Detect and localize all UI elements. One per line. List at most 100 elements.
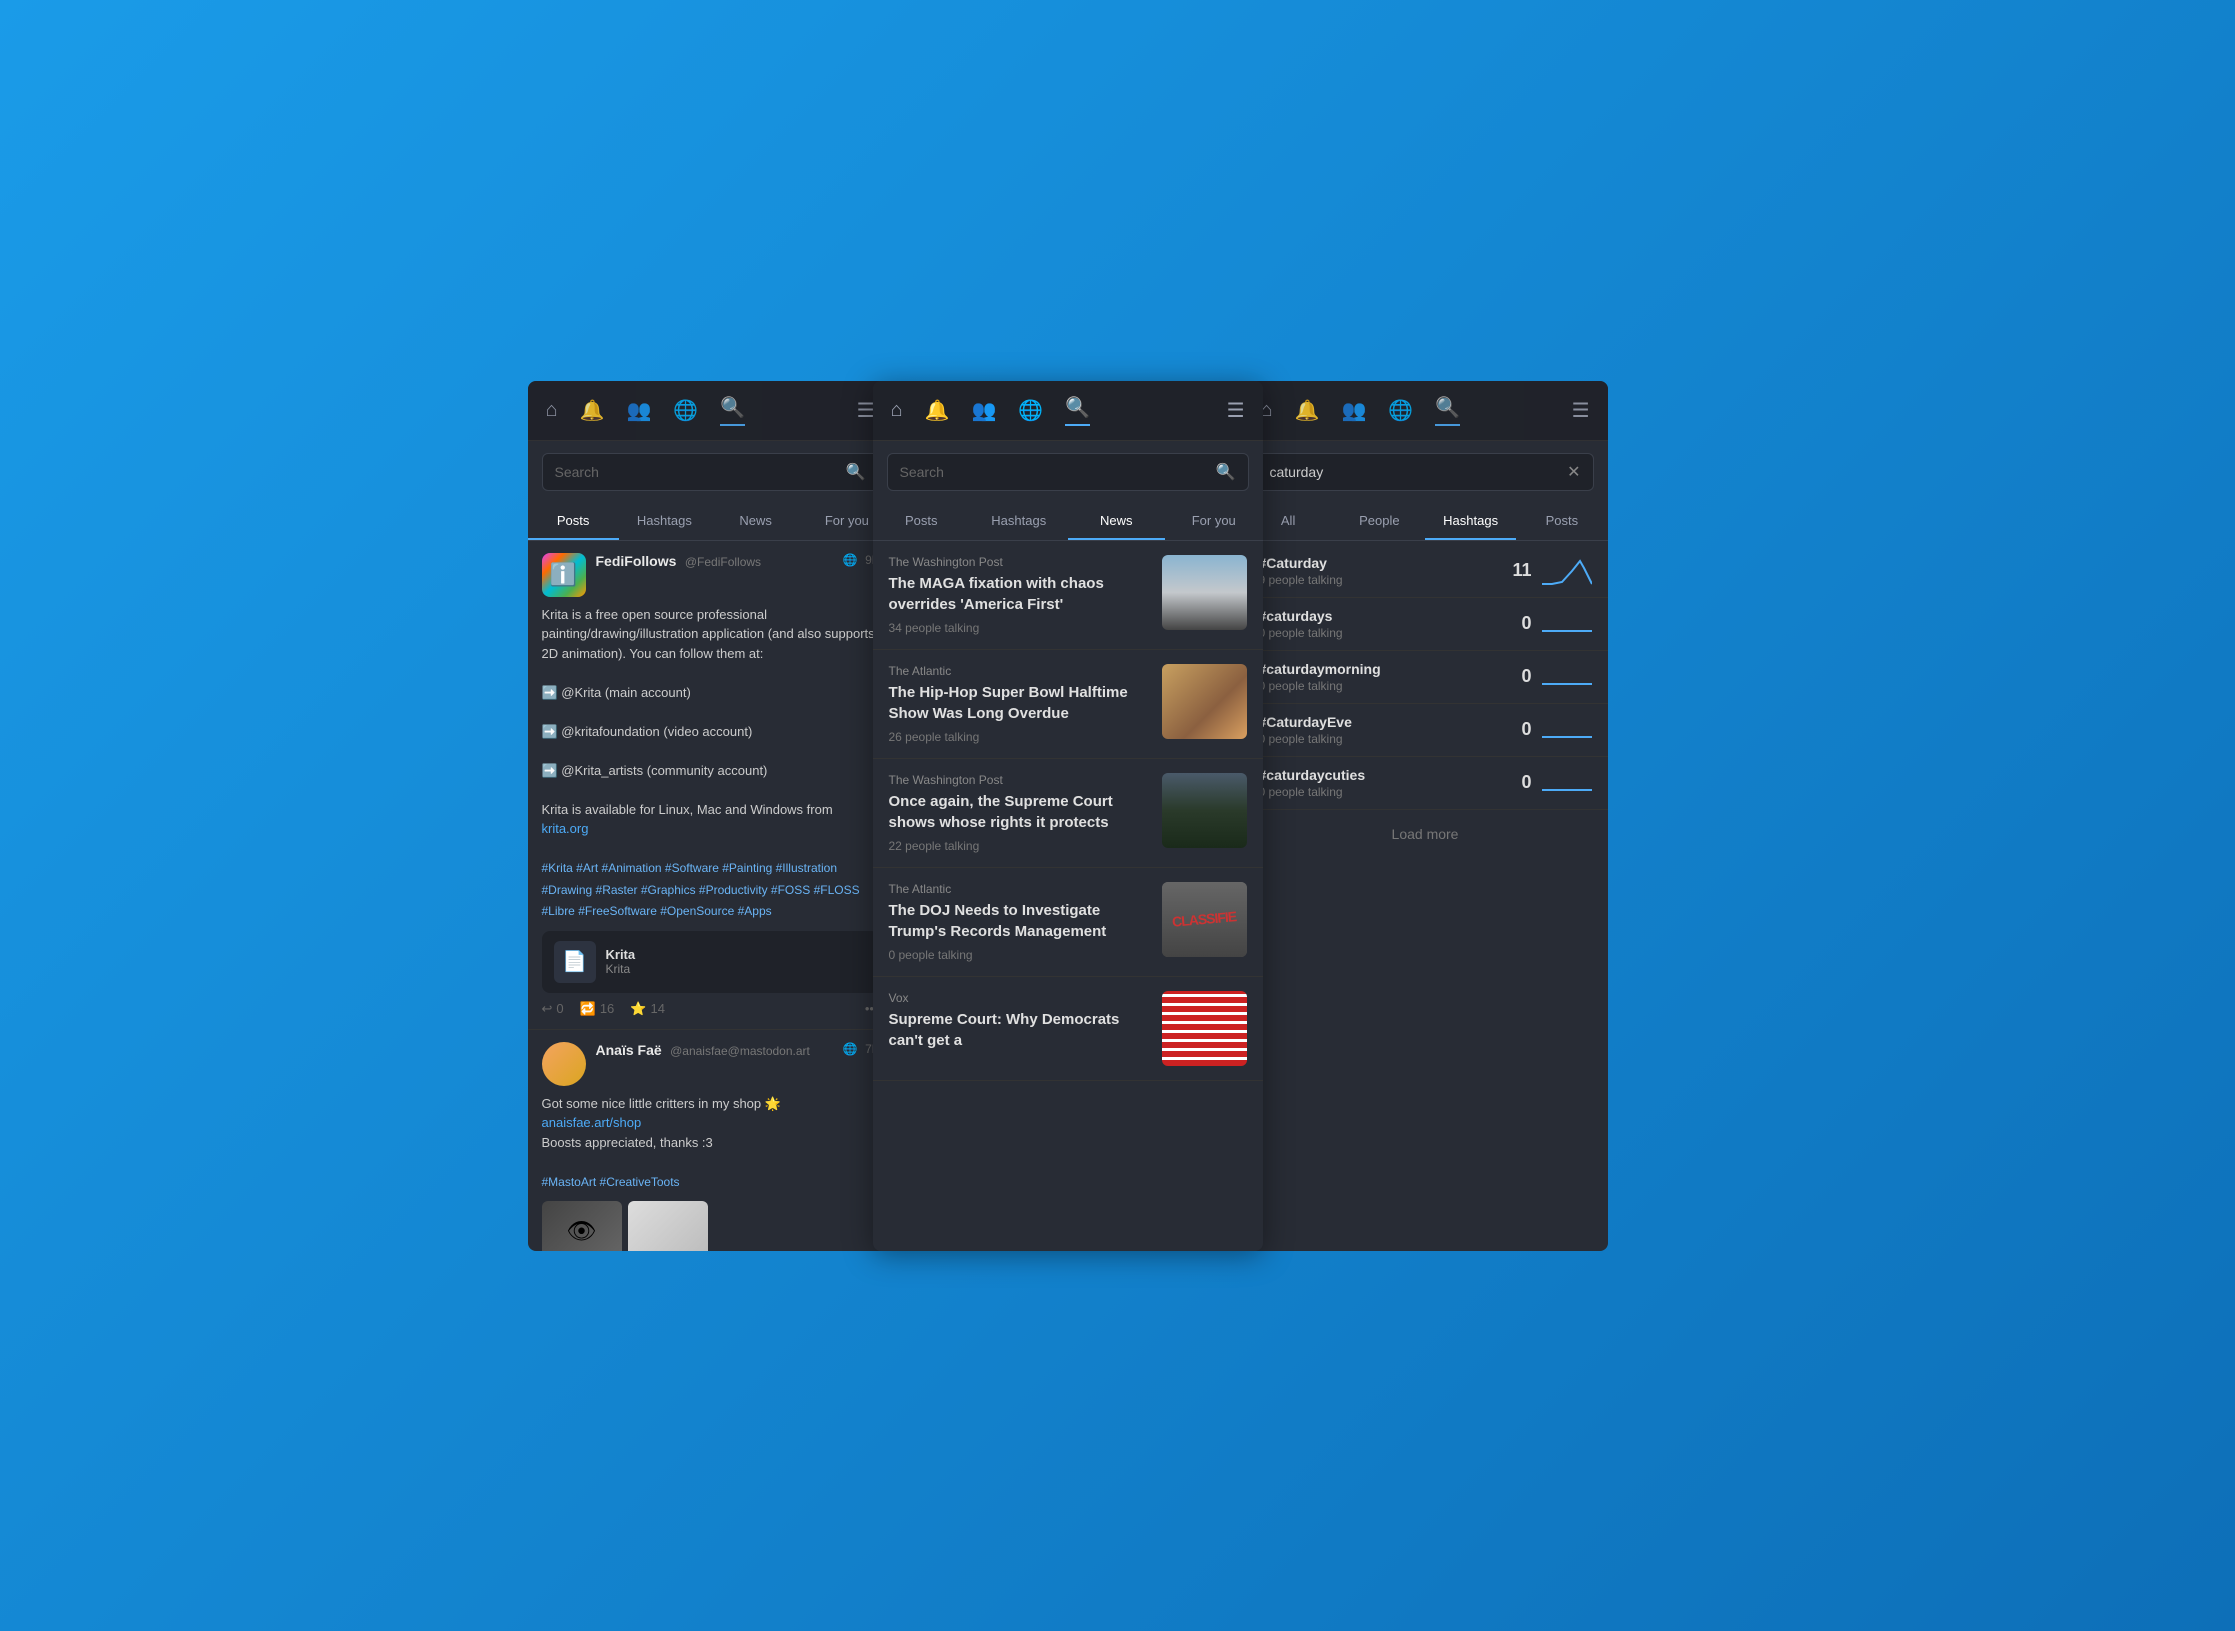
panel-center: ⌂ 🔔 👥 🌐 🔍 ☰ 🔍 Posts Hashtags News For yo… — [873, 381, 1263, 1251]
boost-action-1[interactable]: 🔁 16 — [580, 1001, 615, 1017]
post-author-1: FediFollows — [596, 553, 677, 569]
hashtag-item-5[interactable]: #caturdaycuties 0 people talking 0 — [1243, 757, 1608, 810]
post-card-sub-1: Krita — [606, 962, 636, 976]
tab-news-left[interactable]: News — [710, 503, 801, 540]
search-clear-icon[interactable]: ✕ — [1567, 462, 1580, 482]
nav-bar-left: ⌂ 🔔 👥 🌐 🔍 ☰ — [528, 381, 893, 441]
hashtag-info-1: #Caturday 9 people talking — [1259, 555, 1513, 587]
globe-icon[interactable]: 🌐 — [673, 398, 698, 423]
hashtag-item-3[interactable]: #caturdaymorning 0 people talking 0 — [1243, 651, 1608, 704]
post-item-1: ℹ️ FediFollows @FediFollows 🌐 9h Krita i… — [528, 541, 893, 1030]
post-image-2 — [628, 1201, 708, 1250]
post-tags-2: #MastoArt #CreativeToots — [542, 1175, 680, 1189]
news-title-4: The DOJ Needs to Investigate Trump's Rec… — [889, 900, 1150, 942]
hashtag-name-5: #caturdaycuties — [1259, 767, 1522, 783]
menu-icon-center[interactable]: ☰ — [1227, 398, 1245, 423]
tab-posts-center[interactable]: Posts — [873, 503, 971, 540]
tab-hashtags-center[interactable]: Hashtags — [970, 503, 1068, 540]
hashtag-info-3: #caturdaymorning 0 people talking — [1259, 661, 1522, 693]
people-icon-r[interactable]: 👥 — [1342, 398, 1367, 423]
reply-count-1: 0 — [556, 1001, 563, 1016]
hashtag-name-4: #CaturdayEve — [1259, 714, 1522, 730]
news-text-2: The Atlantic The Hip-Hop Super Bowl Half… — [889, 664, 1150, 744]
home-icon[interactable]: ⌂ — [546, 399, 558, 422]
news-title-3: Once again, the Supreme Court shows whos… — [889, 791, 1150, 833]
hashtag-people-2: 0 people talking — [1259, 626, 1522, 640]
news-title-1: The MAGA fixation with chaos overrides '… — [889, 573, 1150, 615]
search-icon[interactable]: 🔍 — [720, 395, 745, 426]
search-input-center[interactable] — [900, 464, 1216, 480]
news-item-3[interactable]: The Washington Post Once again, the Supr… — [873, 759, 1263, 868]
post-tags-1: #Krita #Art #Animation #Software #Painti… — [542, 861, 860, 918]
news-count-3: 22 people talking — [889, 839, 1150, 853]
globe-icon-c[interactable]: 🌐 — [1018, 398, 1043, 423]
hashtag-count-5: 0 — [1521, 772, 1531, 793]
hashtag-count-4: 0 — [1521, 719, 1531, 740]
hashtag-info-2: #caturdays 0 people talking — [1259, 608, 1522, 640]
search-input-left[interactable] — [555, 464, 846, 480]
post-card-1[interactable]: 📄 Krita Krita — [542, 931, 879, 993]
hashtag-item-4[interactable]: #CaturdayEve 0 people talking 0 — [1243, 704, 1608, 757]
post-header-2: Anaïs Faë @anaisfae@mastodon.art 🌐 7h — [542, 1042, 879, 1086]
bell-icon-c[interactable]: 🔔 — [925, 398, 950, 423]
search-input-right[interactable] — [1270, 464, 1568, 480]
tab-hashtags-left[interactable]: Hashtags — [619, 503, 710, 540]
post-header-1: ℹ️ FediFollows @FediFollows 🌐 9h — [542, 553, 879, 597]
bell-icon[interactable]: 🔔 — [580, 398, 605, 423]
news-source-4: The Atlantic — [889, 882, 1150, 896]
news-text-4: The Atlantic The DOJ Needs to Investigat… — [889, 882, 1150, 962]
news-text-1: The Washington Post The MAGA fixation wi… — [889, 555, 1150, 635]
globe-icon-r[interactable]: 🌐 — [1388, 398, 1413, 423]
hashtag-item-1[interactable]: #Caturday 9 people talking 11 — [1243, 545, 1608, 598]
menu-icon-left[interactable]: ☰ — [857, 398, 875, 423]
hashtag-info-4: #CaturdayEve 0 people talking — [1259, 714, 1522, 746]
post-feed-left: ℹ️ FediFollows @FediFollows 🌐 9h Krita i… — [528, 541, 893, 1251]
tab-bar-right: All People Hashtags Posts — [1243, 503, 1608, 541]
panel-left: ⌂ 🔔 👥 🌐 🔍 ☰ 🔍 Posts Hashtags News For yo… — [528, 381, 893, 1251]
hashtag-count-2: 0 — [1521, 613, 1531, 634]
tab-people-right[interactable]: People — [1334, 503, 1425, 540]
post-meta-2: Anaïs Faë @anaisfae@mastodon.art 🌐 7h — [596, 1042, 879, 1060]
search-icon-inline-left: 🔍 — [846, 462, 866, 482]
news-thumb-5 — [1162, 991, 1247, 1066]
hashtag-chart-2 — [1542, 609, 1592, 639]
nav-icons-center: ⌂ 🔔 👥 🌐 🔍 — [891, 395, 1091, 426]
news-item-5[interactable]: Vox Supreme Court: Why Democrats can't g… — [873, 977, 1263, 1081]
news-feed-center: The Washington Post The MAGA fixation wi… — [873, 541, 1263, 1251]
post-image-1: 👁 — [542, 1201, 622, 1250]
tab-bar-center: Posts Hashtags News For you — [873, 503, 1263, 541]
avatar-anais — [542, 1042, 586, 1086]
boost-count-1: 16 — [600, 1001, 614, 1016]
search-bar-right: ✕ — [1243, 441, 1608, 503]
krita-link[interactable]: krita.org — [542, 821, 589, 836]
news-item-4[interactable]: The Atlantic The DOJ Needs to Investigat… — [873, 868, 1263, 977]
people-icon-c[interactable]: 👥 — [972, 398, 997, 423]
tab-hashtags-right[interactable]: Hashtags — [1425, 503, 1516, 540]
hashtag-item-2[interactable]: #caturdays 0 people talking 0 — [1243, 598, 1608, 651]
news-item-2[interactable]: The Atlantic The Hip-Hop Super Bowl Half… — [873, 650, 1263, 759]
news-source-1: The Washington Post — [889, 555, 1150, 569]
tab-news-center[interactable]: News — [1068, 503, 1166, 540]
reply-action-1[interactable]: ↩ 0 — [542, 1001, 564, 1017]
post-card-title-1: Krita — [606, 947, 636, 962]
search-icon-c[interactable]: 🔍 — [1065, 395, 1090, 426]
bell-icon-r[interactable]: 🔔 — [1295, 398, 1320, 423]
post-handle-1: @FediFollows — [685, 555, 761, 569]
nav-icons-right: ⌂ 🔔 👥 🌐 🔍 — [1261, 395, 1461, 426]
news-item-1[interactable]: The Washington Post The MAGA fixation wi… — [873, 541, 1263, 650]
search-icon-r[interactable]: 🔍 — [1435, 395, 1460, 426]
search-icon-inline-center: 🔍 — [1216, 462, 1236, 482]
fav-count-1: 14 — [650, 1001, 664, 1016]
nav-bar-center: ⌂ 🔔 👥 🌐 🔍 ☰ — [873, 381, 1263, 441]
avatar-fedifollows: ℹ️ — [542, 553, 586, 597]
tab-foryou-center[interactable]: For you — [1165, 503, 1263, 540]
tab-posts-right[interactable]: Posts — [1516, 503, 1607, 540]
shop-link[interactable]: anaisfae.art/shop — [542, 1115, 642, 1130]
search-bar-left: 🔍 — [528, 441, 893, 503]
fav-action-1[interactable]: ⭐ 14 — [630, 1001, 665, 1017]
people-icon[interactable]: 👥 — [627, 398, 652, 423]
menu-icon-right[interactable]: ☰ — [1572, 398, 1590, 423]
home-icon-c[interactable]: ⌂ — [891, 399, 903, 422]
tab-posts-left[interactable]: Posts — [528, 503, 619, 540]
load-more-button[interactable]: Load more — [1243, 810, 1608, 858]
